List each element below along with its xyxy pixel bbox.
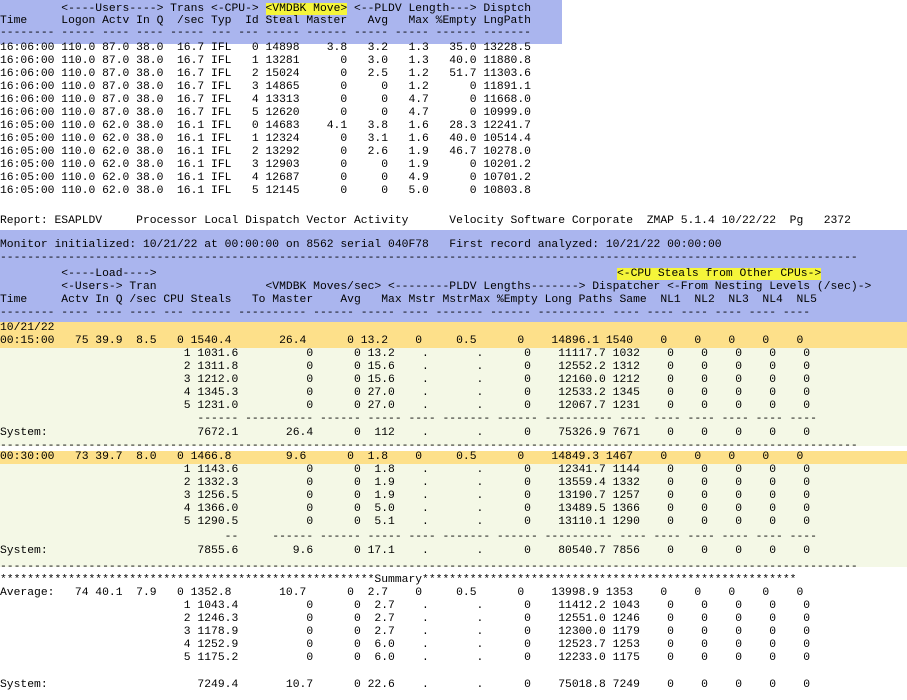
monitor-line: Monitor initialized: 10/21/22 at 00:00:0… [0, 239, 722, 251]
top-row: 16:05:00 110.0 62.0 38.0 16.1 IFL 2 1329… [0, 146, 531, 158]
main-header-line-2: <-Users-> Tran <VMDBK Moves/sec> <------… [0, 281, 872, 293]
table-row: 2 1246.3 0 0 2.7 . . 0 12551.0 1246 0 0 … [0, 613, 811, 625]
top-row: 16:06:00 110.0 87.0 38.0 16.7 IFL 2 1502… [0, 68, 531, 80]
table-row: 3 1178.9 0 0 2.7 . . 0 12300.0 1179 0 0 … [0, 626, 811, 638]
system-row: System: 7855.6 9.6 0 17.1 . . 0 80540.7 … [0, 545, 811, 557]
top-header-line-1: <----Users----> Trans <-CPU-> <VMDBK Mov… [0, 3, 532, 15]
top-row: 16:05:00 110.0 62.0 38.0 16.1 IFL 0 1468… [0, 120, 531, 132]
top-row: 16:05:00 110.0 62.0 38.0 16.1 IFL 4 1268… [0, 172, 531, 184]
top-header-line-2: Time Logon Actv In Q /sec Typ Id Steal M… [0, 15, 531, 27]
table-row: 2 1311.8 0 0 15.6 . . 0 12552.2 1312 0 0… [0, 361, 811, 373]
table-row-separator: ------ ---------- ------ ----- ---- ----… [0, 413, 817, 425]
table-row: 5 1290.5 0 0 5.1 . . 0 13110.1 1290 0 0 … [0, 516, 811, 528]
report-title-line: Report: ESAPLDV Processor Local Dispatch… [0, 215, 851, 227]
table-row: 5 1175.2 0 0 6.0 . . 0 12233.0 1175 0 0 … [0, 652, 811, 664]
table-row: 1 1031.6 0 0 13.2 . . 0 11117.7 1032 0 0… [0, 348, 811, 360]
top-row: 16:06:00 110.0 87.0 38.0 16.7 IFL 1 1328… [0, 55, 531, 67]
table-row: 4 1252.9 0 0 6.0 . . 0 12523.7 1253 0 0 … [0, 639, 811, 651]
monitor-separator: ----------------------------------------… [0, 252, 858, 264]
vmdbk-move-highlight: <VMDBK Move> [265, 3, 348, 15]
table-row-separator: -- ------ ------ ----- ---- ------- ----… [0, 531, 817, 543]
table-row: 4 1366.0 0 0 5.0 . . 0 13489.5 1366 0 0 … [0, 503, 811, 515]
table-row: 3 1256.5 0 0 1.9 . . 0 13190.7 1257 0 0 … [0, 490, 811, 502]
top-row: 16:05:00 110.0 62.0 38.0 16.1 IFL 1 1232… [0, 133, 531, 145]
table-row: 3 1212.0 0 0 15.6 . . 0 12160.0 1212 0 0… [0, 374, 811, 386]
table-row: 1 1043.4 0 0 2.7 . . 0 11412.2 1043 0 0 … [0, 600, 811, 612]
top-header-separator: -------- ----- ---- ---- ----- --- --- -… [0, 27, 531, 39]
top-row: 16:06:00 110.0 87.0 38.0 16.7 IFL 5 1262… [0, 107, 531, 119]
system-row: System: 7672.1 26.4 0 112 . . 0 75326.9 … [0, 427, 811, 439]
period2-highlight-row: 00:30:00 73 39.7 8.0 0 1466.8 9.6 0 1.8 … [0, 451, 804, 463]
cpu-steals-highlight-line: <-CPU Steals from Other CPUs-> [617, 268, 822, 280]
main-header-line-3: Time Actv In Q /sec CPU Steals To Master… [0, 294, 817, 306]
table-row: 4 1345.3 0 0 27.0 . . 0 12533.2 1345 0 0… [0, 387, 811, 399]
table-row: 5 1231.0 0 0 27.0 . . 0 12067.7 1231 0 0… [0, 400, 811, 412]
top-row: 16:05:00 110.0 62.0 38.0 16.1 IFL 3 1290… [0, 159, 531, 171]
summary-average-row: Average: 74 40.1 7.9 0 1352.8 10.7 0 2.7… [0, 587, 804, 599]
summary-spacer [0, 666, 907, 677]
table-row: 1 1143.6 0 0 1.8 . . 0 12341.7 1144 0 0 … [0, 464, 811, 476]
main-header-separator: -------- ---- ---- ---- --- ------ -----… [0, 307, 811, 319]
top-row: 16:06:00 110.0 87.0 38.0 16.7 IFL 0 1489… [0, 42, 531, 54]
table-row: 2 1332.3 0 0 1.9 . . 0 13559.4 1332 0 0 … [0, 477, 811, 489]
top-row: 16:06:00 110.0 87.0 38.0 16.7 IFL 3 1486… [0, 81, 531, 93]
period2-separator: ----------------------------------------… [0, 561, 858, 573]
summary-banner: ****************************************… [0, 574, 797, 586]
top-row: 16:05:00 110.0 62.0 38.0 16.1 IFL 5 1214… [0, 185, 531, 197]
cpu-steals-highlight: <-CPU Steals from Other CPUs-> [617, 268, 822, 280]
period1-highlight-row: 00:15:00 75 39.9 8.5 0 1540.4 26.4 0 13.… [0, 335, 804, 347]
top-row: 16:06:00 110.0 87.0 38.0 16.7 IFL 4 1331… [0, 94, 531, 106]
summary-system-row: System: 7249.4 10.7 0 22.6 . . 0 75018.8… [0, 679, 811, 691]
period1-date: 10/21/22 [0, 322, 55, 334]
